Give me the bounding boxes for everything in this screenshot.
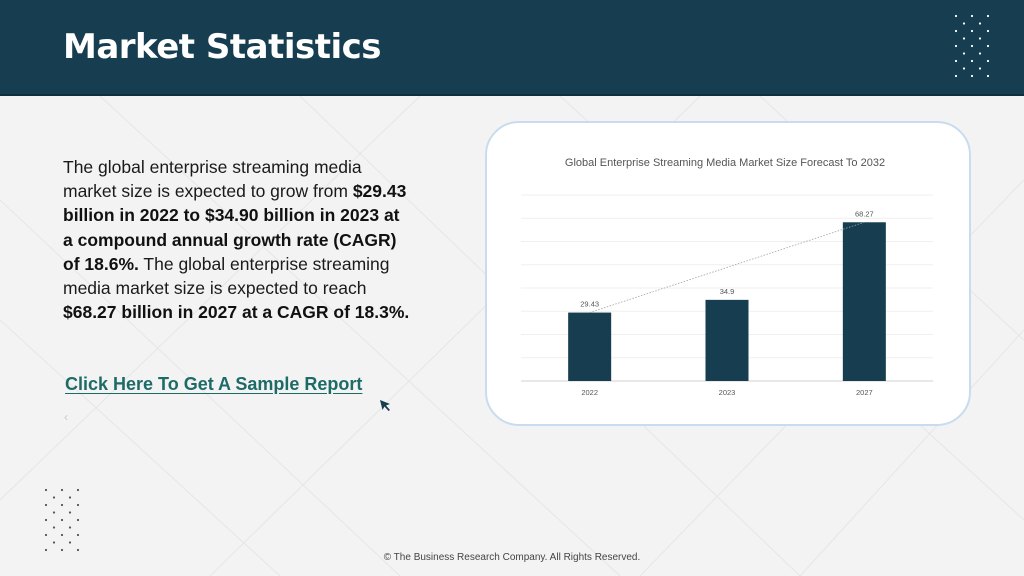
bar-2027: [842, 222, 886, 381]
pattern-dot: [986, 29, 990, 33]
pattern-dot: [68, 541, 72, 544]
pattern-dot: [970, 29, 974, 33]
pattern-dot: [954, 74, 958, 78]
header-bar: Market Statistics: [0, 0, 1024, 96]
description-highlight: $68.27 billion in 2027 at a CAGR of 18.3…: [63, 302, 410, 323]
pattern-dot: [954, 59, 958, 63]
pattern-dot: [76, 533, 80, 537]
pattern-dot: [52, 511, 56, 514]
data-label-2027: 68.27: [855, 209, 874, 218]
pattern-dot: [986, 74, 990, 78]
pattern-dot: [76, 503, 80, 507]
pattern-dot: [76, 548, 80, 552]
bar-2023: [705, 299, 749, 381]
pattern-dot: [44, 488, 48, 492]
pattern-dot: [962, 52, 966, 55]
data-label-2022: 29.43: [580, 300, 599, 309]
pattern-dot: [44, 533, 48, 537]
pattern-dot: [954, 29, 958, 33]
pattern-dot: [76, 518, 80, 522]
pattern-dot: [962, 67, 966, 70]
market-description: The global enterprise streaming media ma…: [63, 155, 413, 324]
pattern-dot: [60, 518, 64, 522]
pattern-dot: [970, 14, 974, 18]
page-title: Market Statistics: [63, 27, 382, 67]
pattern-dot: [68, 526, 72, 529]
decorative-glyph: ‹: [64, 410, 68, 424]
pattern-dot: [986, 59, 990, 63]
dot-pattern-icon: [44, 488, 80, 552]
copyright-footer: © The Business Research Company. All Rig…: [383, 552, 641, 563]
pattern-dot: [986, 44, 990, 48]
description-part: The global enterprise streaming media ma…: [63, 157, 362, 202]
pattern-dot: [44, 548, 48, 552]
pattern-dot: [970, 59, 974, 63]
dot-pattern-icon: [954, 14, 990, 78]
x-tick-label-2027: 2027: [856, 388, 873, 397]
pattern-dot: [68, 496, 72, 499]
pattern-dot: [76, 488, 80, 492]
pattern-dot: [60, 503, 64, 507]
pattern-dot: [52, 496, 56, 499]
pattern-dot: [954, 14, 958, 18]
pattern-dot: [60, 488, 64, 492]
pattern-dot: [52, 541, 56, 544]
x-tick-label-2022: 2022: [581, 388, 598, 397]
bar-2022: [568, 312, 612, 381]
pattern-dot: [60, 548, 64, 552]
pattern-dot: [962, 22, 966, 25]
pattern-dot: [52, 526, 56, 529]
pattern-dot: [978, 22, 982, 25]
pattern-dot: [978, 67, 982, 70]
pattern-dot: [970, 44, 974, 48]
pattern-dot: [60, 533, 64, 537]
pattern-dot: [978, 52, 982, 55]
pattern-dot: [970, 74, 974, 78]
pattern-dot: [962, 37, 966, 40]
trend-line: [589, 221, 865, 313]
pattern-dot: [978, 37, 982, 40]
pattern-dot: [44, 518, 48, 522]
x-tick-label-2023: 2023: [719, 388, 736, 397]
pattern-dot: [986, 14, 990, 18]
data-label-2023: 34.9: [720, 287, 735, 296]
cursor-arrow-icon: [380, 400, 390, 411]
pattern-dot: [954, 44, 958, 48]
sample-report-link[interactable]: Click Here To Get A Sample Report: [65, 374, 362, 395]
pattern-dot: [68, 511, 72, 514]
bar-chart: 29.43 2022 34.9 2023 68.27 2027: [521, 194, 933, 397]
pattern-dot: [44, 503, 48, 507]
